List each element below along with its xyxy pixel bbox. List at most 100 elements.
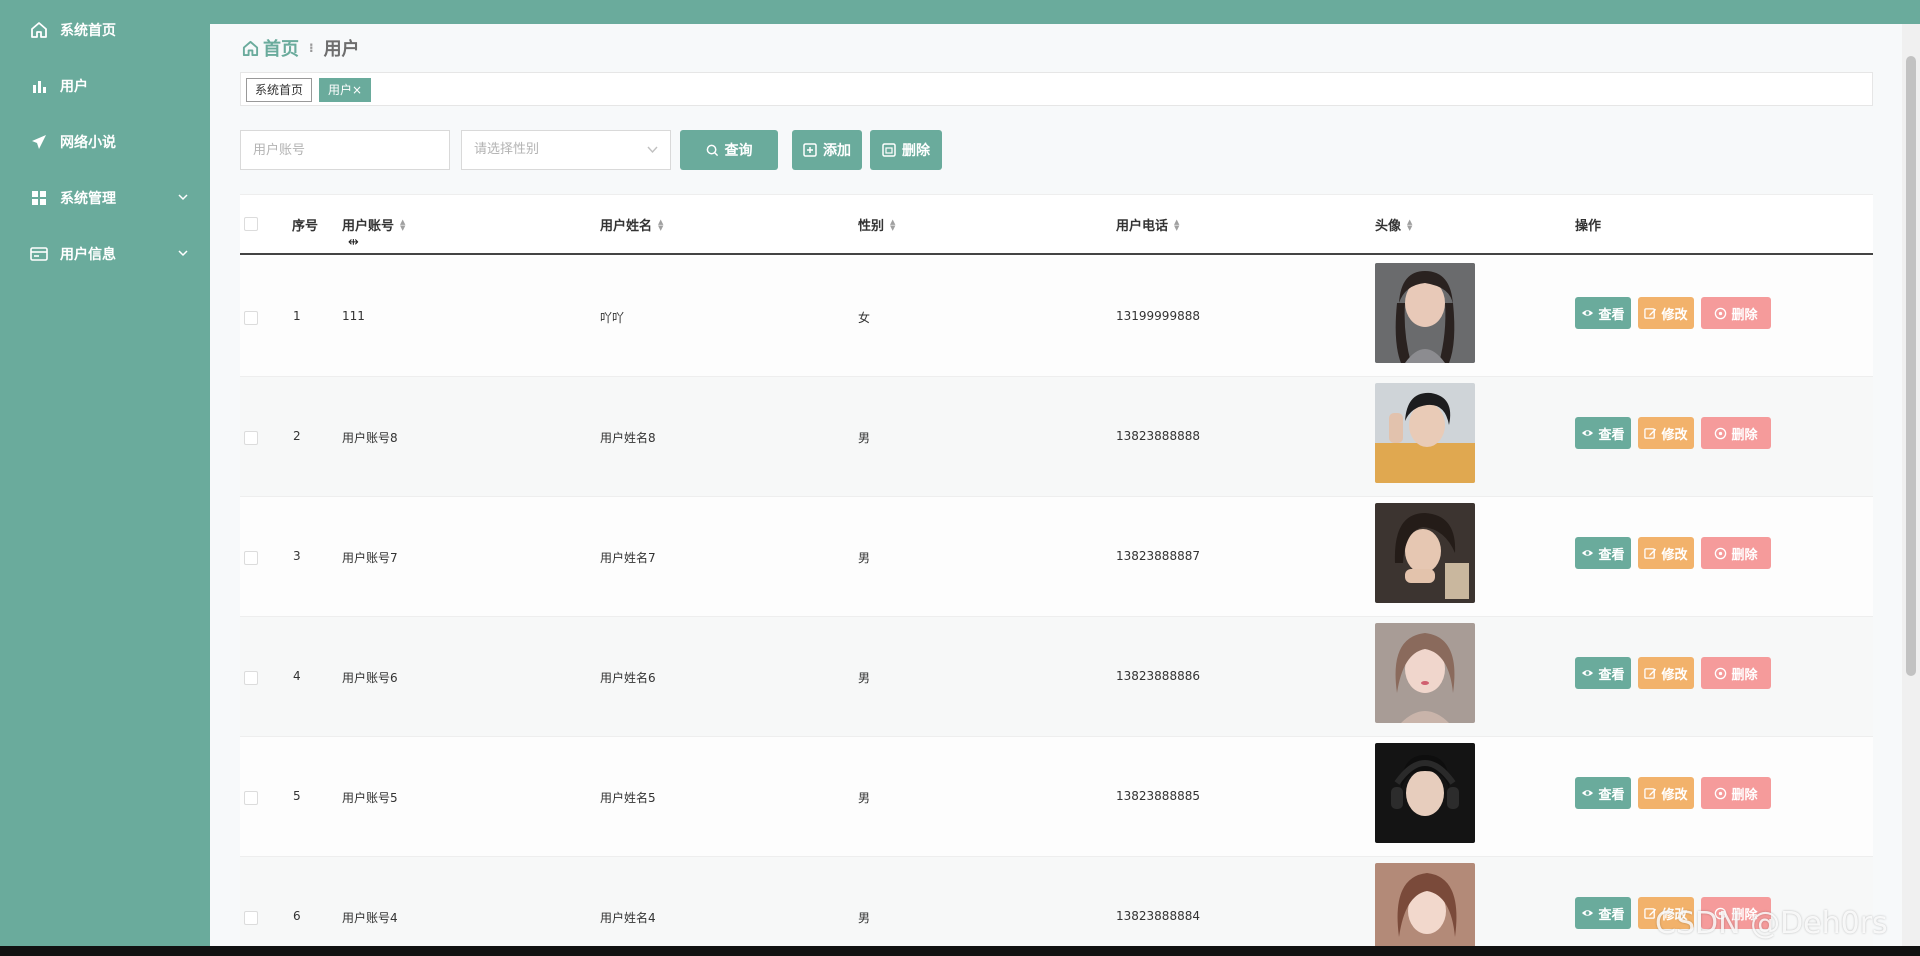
avatar <box>1375 383 1475 483</box>
edit-button[interactable]: 修改 <box>1638 657 1694 689</box>
header-phone[interactable]: 用户电话 ▲ ▼ <box>1116 215 1179 234</box>
delete-button-label: 删除 <box>1731 307 1758 323</box>
select-all-checkbox[interactable] <box>244 217 258 231</box>
edit-icon <box>1644 547 1657 559</box>
edit-button[interactable]: 修改 <box>1638 777 1694 809</box>
breadcrumb: 首页 ⁝ 用户 <box>242 36 360 60</box>
row-checkbox[interactable] <box>244 551 258 565</box>
view-button[interactable]: 查看 <box>1575 657 1631 689</box>
view-button[interactable]: 查看 <box>1575 537 1631 569</box>
delete-button[interactable]: 删除 <box>1701 297 1771 329</box>
sort-icon[interactable]: ▲ ▼ <box>890 218 895 231</box>
eye-icon <box>1582 550 1594 556</box>
table-row: 4 用户账号6 用户姓名6 男 13823888886 查看 修改 删除 <box>240 617 1873 737</box>
sidebar-item-system[interactable]: 系统管理 <box>0 170 210 226</box>
header-account[interactable]: 用户账号 ▲ ▼ <box>342 215 405 234</box>
row-checkbox[interactable] <box>244 911 258 925</box>
cell-account: 用户账号6 <box>342 671 398 685</box>
sort-icon[interactable]: ▲ ▼ <box>1407 218 1412 231</box>
close-circle-icon <box>1715 307 1727 319</box>
view-button-label: 查看 <box>1598 787 1625 803</box>
chevron-down-icon <box>647 131 658 185</box>
bottom-bar <box>0 946 1920 956</box>
cell-gender: 女 <box>858 311 871 325</box>
header-phone-label: 用户电话 <box>1116 219 1169 234</box>
row-checkbox[interactable] <box>244 671 258 685</box>
cell-gender: 男 <box>858 911 871 925</box>
plus-square-icon <box>803 143 817 157</box>
view-button[interactable]: 查看 <box>1575 777 1631 809</box>
view-button[interactable]: 查看 <box>1575 897 1631 929</box>
row-checkbox[interactable] <box>244 431 258 445</box>
tag-label: 用户 <box>328 83 353 97</box>
cell-name: 吖吖 <box>600 311 625 325</box>
cell-phone: 13823888884 <box>1116 909 1200 923</box>
header-name[interactable]: 用户姓名 ▲ ▼ <box>600 215 663 234</box>
eye-icon <box>1582 910 1594 916</box>
header-actions-label: 操作 <box>1575 219 1602 234</box>
scrollbar-thumb[interactable] <box>1906 56 1916 676</box>
edit-button[interactable]: 修改 <box>1638 537 1694 569</box>
breadcrumb-home-label: 首页 <box>263 39 299 60</box>
sidebar-item-home[interactable]: 系统首页 <box>0 2 210 58</box>
edit-button[interactable]: 修改 <box>1638 417 1694 449</box>
sidebar-item-novel[interactable]: 网络小说 <box>0 114 210 170</box>
edit-button-label: 修改 <box>1661 667 1688 683</box>
sidebar-item-label: 系统管理 <box>60 191 116 207</box>
sort-icon[interactable]: ▲ ▼ <box>658 218 663 231</box>
sidebar-item-userinfo[interactable]: 用户信息 <box>0 226 210 282</box>
cell-index: 3 <box>293 549 301 563</box>
delete-button[interactable]: 删除 <box>1701 777 1771 809</box>
cell-account: 用户账号5 <box>342 791 398 805</box>
cell-account: 用户账号7 <box>342 551 398 565</box>
column-resize-cursor-icon: ⇹ <box>348 235 359 250</box>
batch-delete-button[interactable]: 删除 <box>870 130 942 170</box>
vertical-scrollbar[interactable] <box>1902 24 1920 946</box>
delete-button[interactable]: 删除 <box>1701 537 1771 569</box>
cell-gender: 男 <box>858 671 871 685</box>
delete-button[interactable]: 删除 <box>1701 657 1771 689</box>
grid-icon <box>30 189 48 207</box>
header-avatar-label: 头像 <box>1375 219 1402 234</box>
delete-button[interactable]: 删除 <box>1701 417 1771 449</box>
cell-name: 用户姓名8 <box>600 431 656 445</box>
eye-icon <box>1582 310 1594 316</box>
sidebar-item-user[interactable]: 用户 <box>0 58 210 114</box>
close-icon[interactable]: × <box>352 83 362 97</box>
tag-user[interactable]: 用户× <box>319 78 372 102</box>
gender-select[interactable]: 请选择性别 <box>461 130 671 170</box>
avatar <box>1375 743 1475 843</box>
row-checkbox[interactable] <box>244 791 258 805</box>
cell-name: 用户姓名5 <box>600 791 656 805</box>
row-checkbox[interactable] <box>244 311 258 325</box>
breadcrumb-separator: ⁝ <box>309 41 314 55</box>
view-button[interactable]: 查看 <box>1575 417 1631 449</box>
sort-icon[interactable]: ▲ ▼ <box>400 218 405 231</box>
cell-index: 2 <box>293 429 301 443</box>
delete-button-label: 删除 <box>1731 667 1758 683</box>
view-button-label: 查看 <box>1598 667 1625 683</box>
edit-button-label: 修改 <box>1661 787 1688 803</box>
edit-icon <box>1644 667 1657 679</box>
avatar <box>1375 503 1475 603</box>
cell-name: 用户姓名7 <box>600 551 656 565</box>
query-button[interactable]: 查询 <box>680 130 778 170</box>
view-button-label: 查看 <box>1598 307 1625 323</box>
header-gender[interactable]: 性别 ▲ ▼ <box>858 215 895 234</box>
view-button[interactable]: 查看 <box>1575 297 1631 329</box>
tag-home[interactable]: 系统首页 <box>246 78 313 102</box>
add-button[interactable]: 添加 <box>792 130 862 170</box>
account-search-input[interactable] <box>240 130 450 170</box>
edit-button[interactable]: 修改 <box>1638 297 1694 329</box>
breadcrumb-home[interactable]: 首页 <box>242 35 299 61</box>
header-avatar[interactable]: 头像 ▲ ▼ <box>1375 215 1412 234</box>
cell-gender: 男 <box>858 791 871 805</box>
cell-gender: 男 <box>858 431 871 445</box>
header-account-label: 用户账号 <box>342 219 395 234</box>
cell-phone: 13823888886 <box>1116 669 1200 683</box>
edit-icon <box>1644 427 1657 439</box>
sort-icon[interactable]: ▲ ▼ <box>1174 218 1179 231</box>
cell-account: 用户账号8 <box>342 431 398 445</box>
sidebar-item-label: 用户 <box>60 79 88 95</box>
watermark: CSDN @Deh0rs <box>1655 906 1888 941</box>
